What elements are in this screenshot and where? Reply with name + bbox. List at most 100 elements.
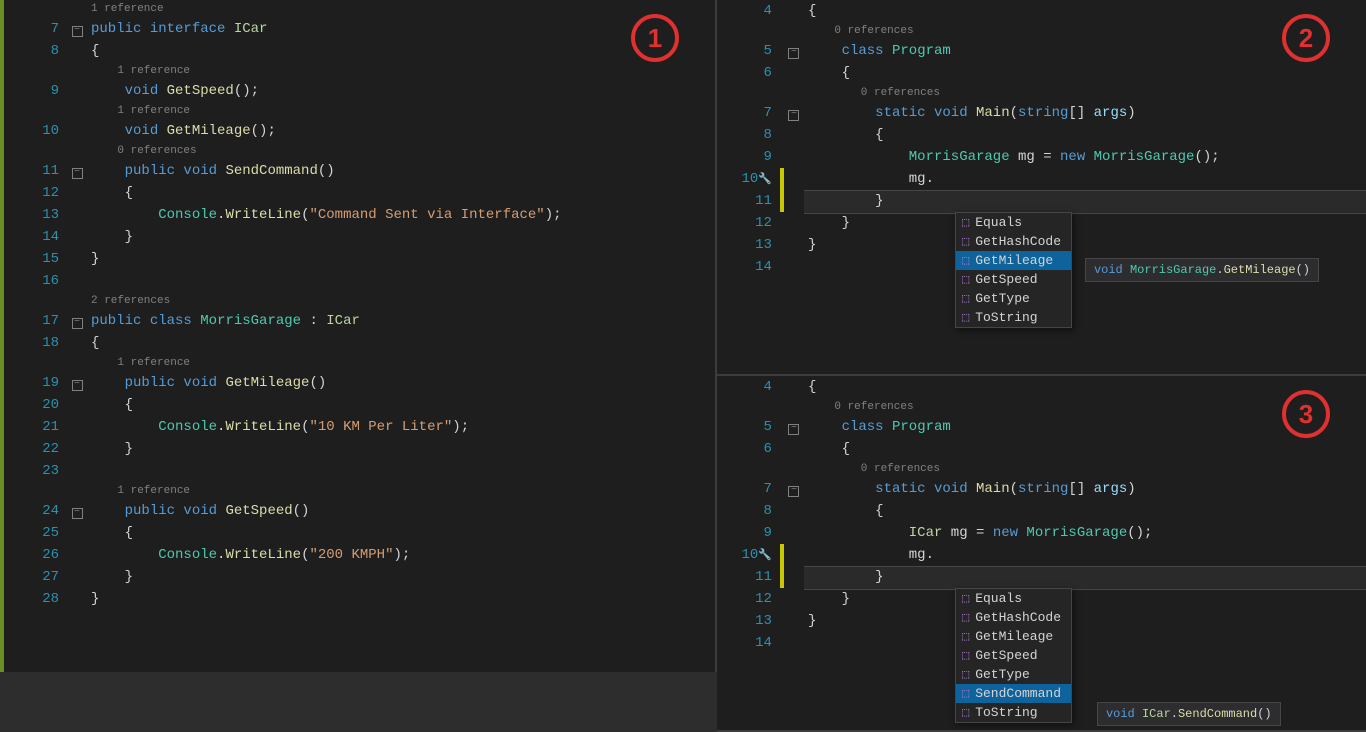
fold-toggle[interactable]: − — [67, 372, 87, 394]
code-line[interactable]: Console.WriteLine("Command Sent via Inte… — [91, 204, 715, 226]
code-line[interactable]: mg. — [808, 544, 1366, 566]
editor-panel-1: 1 78 9 10 111213141516 1718 1920212223 2… — [0, 0, 717, 672]
intellisense-item[interactable]: ⬚GetHashCode — [956, 608, 1071, 627]
codelens-reference[interactable]: 0 references — [808, 84, 1366, 102]
code-line[interactable]: } — [91, 438, 715, 460]
method-icon: ⬚ — [962, 234, 969, 249]
code-line[interactable]: } — [808, 610, 1366, 632]
code-line[interactable]: { — [808, 438, 1366, 460]
codelens-reference[interactable]: 0 references — [91, 142, 715, 160]
intellisense-item[interactable]: ⬚GetHashCode — [956, 232, 1071, 251]
codelens-reference[interactable]: 0 references — [808, 22, 1366, 40]
fold-toggle[interactable]: − — [67, 500, 87, 522]
code-line[interactable]: class Program — [808, 40, 1366, 62]
code-line[interactable]: } — [808, 190, 1366, 212]
intellisense-item[interactable]: ⬚GetSpeed — [956, 646, 1071, 665]
code-line[interactable]: ICar mg = new MorrisGarage(); — [808, 522, 1366, 544]
code-line[interactable]: { — [808, 0, 1366, 22]
fold-column[interactable]: − − — [784, 0, 804, 374]
code-line[interactable]: } — [91, 248, 715, 270]
code-line[interactable]: { — [91, 394, 715, 416]
line-number: 8 — [4, 40, 59, 62]
code-area-1[interactable]: 1 referencepublic interface ICar{ 1 refe… — [87, 0, 715, 672]
method-icon: ⬚ — [962, 591, 969, 606]
code-line[interactable]: } — [91, 588, 715, 610]
fold-column[interactable]: − − — [784, 376, 804, 730]
code-line[interactable]: static void Main(string[] args) — [808, 478, 1366, 500]
line-number: 13 — [717, 610, 772, 632]
intellisense-item[interactable]: ⬚GetMileage — [956, 251, 1071, 270]
lightbulb-icon[interactable]: 🔧 — [758, 550, 772, 562]
intellisense-item[interactable]: ⬚Equals — [956, 213, 1071, 232]
fold-toggle[interactable]: − — [67, 18, 87, 40]
code-line[interactable]: } — [808, 212, 1366, 234]
line-number: 11 — [717, 190, 772, 212]
code-line[interactable]: static void Main(string[] args) — [808, 102, 1366, 124]
codelens-reference[interactable]: 1 reference — [91, 0, 715, 18]
code-line[interactable]: class Program — [808, 416, 1366, 438]
line-number: 4 — [717, 376, 772, 398]
fold-toggle[interactable]: − — [784, 102, 804, 124]
fold-toggle[interactable]: − — [784, 478, 804, 500]
line-number: 10🔧 — [717, 168, 772, 190]
line-number: 26 — [4, 544, 59, 566]
intellisense-item[interactable]: ⬚ToString — [956, 703, 1071, 722]
code-line[interactable]: } — [808, 566, 1366, 588]
code-line[interactable]: { — [808, 62, 1366, 84]
code-line[interactable]: { — [808, 376, 1366, 398]
intellisense-item[interactable]: ⬚SendCommand — [956, 684, 1071, 703]
intellisense-item[interactable]: ⬚GetSpeed — [956, 270, 1071, 289]
code-line[interactable]: { — [808, 500, 1366, 522]
intellisense-item[interactable]: ⬚GetType — [956, 665, 1071, 684]
codelens-reference[interactable]: 2 references — [91, 292, 715, 310]
code-line[interactable]: MorrisGarage mg = new MorrisGarage(); — [808, 146, 1366, 168]
code-line[interactable]: public void GetSpeed() — [91, 500, 715, 522]
code-area-2[interactable]: { 0 references class Program { 0 referen… — [804, 0, 1366, 374]
codelens-reference[interactable]: 0 references — [808, 460, 1366, 478]
codelens-reference[interactable]: 1 reference — [91, 62, 715, 80]
intellisense-popup[interactable]: ⬚Equals⬚GetHashCode⬚GetMileage⬚GetSpeed⬚… — [955, 588, 1072, 723]
code-line[interactable]: } — [91, 226, 715, 248]
code-line[interactable]: mg. — [808, 168, 1366, 190]
code-line[interactable]: { — [808, 124, 1366, 146]
code-line[interactable]: } — [808, 234, 1366, 256]
code-line[interactable]: public void SendCommand() — [91, 160, 715, 182]
code-line[interactable]: Console.WriteLine("10 KM Per Liter"); — [91, 416, 715, 438]
code-line[interactable]: { — [91, 522, 715, 544]
code-line[interactable]: public class MorrisGarage : ICar — [91, 310, 715, 332]
lightbulb-icon[interactable]: 🔧 — [758, 174, 772, 186]
fold-column[interactable]: − − − − − — [67, 0, 87, 672]
code-line[interactable]: void GetSpeed(); — [91, 80, 715, 102]
code-line[interactable]: } — [91, 566, 715, 588]
intellisense-item[interactable]: ⬚GetType — [956, 289, 1071, 308]
code-line[interactable]: } — [808, 588, 1366, 610]
fold-toggle[interactable]: − — [67, 310, 87, 332]
fold-toggle[interactable]: − — [784, 40, 804, 62]
codelens-reference[interactable]: 1 reference — [91, 102, 715, 120]
codelens-reference[interactable]: 1 reference — [91, 482, 715, 500]
fold-toggle[interactable]: − — [784, 416, 804, 438]
line-number: 28 — [4, 588, 59, 610]
code-line[interactable]: public interface ICar — [91, 18, 715, 40]
code-line[interactable]: Console.WriteLine("200 KMPH"); — [91, 544, 715, 566]
line-number: 16 — [4, 270, 59, 292]
code-line[interactable]: { — [91, 182, 715, 204]
intellisense-label: GetSpeed — [975, 272, 1037, 287]
intellisense-item[interactable]: ⬚Equals — [956, 589, 1071, 608]
intellisense-label: SendCommand — [975, 686, 1061, 701]
line-number: 25 — [4, 522, 59, 544]
codelens-reference[interactable]: 1 reference — [91, 354, 715, 372]
intellisense-popup[interactable]: ⬚Equals⬚GetHashCode⬚GetMileage⬚GetSpeed⬚… — [955, 212, 1072, 328]
method-icon: ⬚ — [962, 215, 969, 230]
codelens-reference[interactable]: 0 references — [808, 398, 1366, 416]
code-line[interactable]: { — [91, 40, 715, 62]
intellisense-item[interactable]: ⬚GetMileage — [956, 627, 1071, 646]
line-number: 8 — [717, 500, 772, 522]
fold-toggle[interactable]: − — [67, 160, 87, 182]
code-line[interactable]: public void GetMileage() — [91, 372, 715, 394]
code-area-3[interactable]: { 0 references class Program { 0 referen… — [804, 376, 1366, 730]
line-number: 20 — [4, 394, 59, 416]
intellisense-item[interactable]: ⬚ToString — [956, 308, 1071, 327]
code-line[interactable]: { — [91, 332, 715, 354]
code-line[interactable]: void GetMileage(); — [91, 120, 715, 142]
